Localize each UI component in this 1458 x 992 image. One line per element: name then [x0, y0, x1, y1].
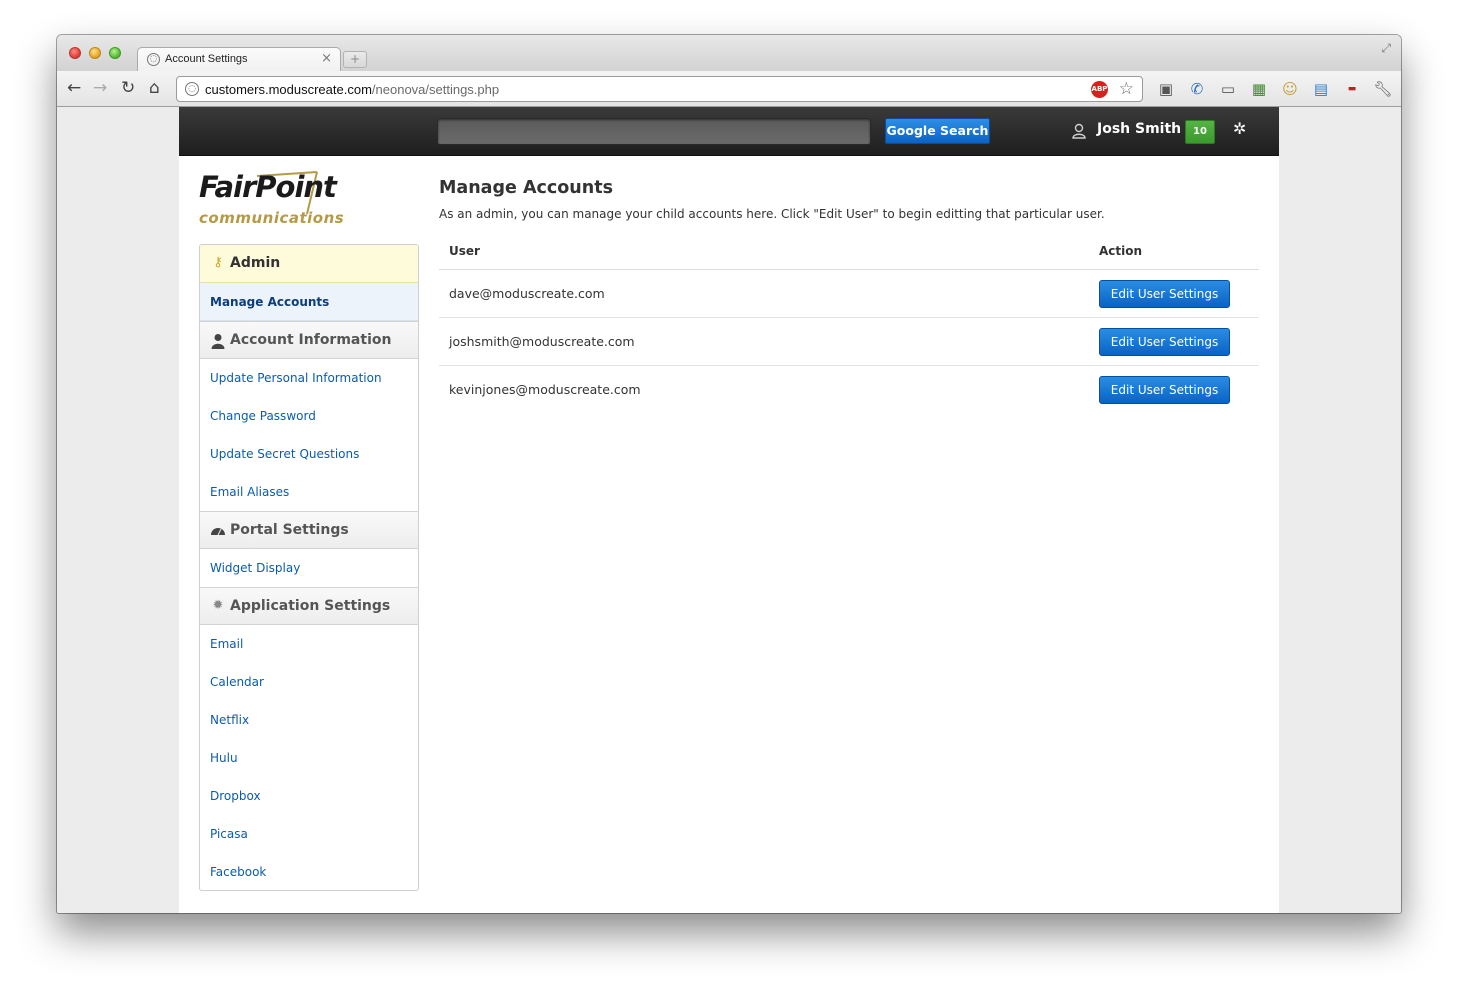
user-email: kevinjones@moduscreate.com	[449, 382, 641, 397]
reload-icon[interactable]: ↻	[121, 79, 135, 97]
sidebar-section-admin: ⚷ Admin	[200, 245, 418, 283]
user-icon	[1072, 123, 1086, 139]
forward-arrow-icon[interactable]: →	[93, 79, 107, 97]
sidebar-item-facebook[interactable]: Facebook	[200, 853, 418, 890]
fairpoint-logo[interactable]: FairPoint communications	[199, 170, 369, 232]
sidebar-item-picasa[interactable]: Picasa	[200, 815, 418, 853]
page-title: Manage Accounts	[439, 178, 613, 198]
wrench-icon[interactable]: 🔧︎	[1373, 79, 1393, 99]
person-icon	[209, 322, 227, 364]
table-row: kevinjones@moduscreate.com Edit User Set…	[439, 366, 1259, 414]
logo-subtitle: communications	[199, 209, 345, 227]
extension-window-icon[interactable]: ▤	[1311, 79, 1331, 99]
adblock-icon[interactable]: ABP	[1091, 81, 1108, 98]
browser-tab[interactable]: ◌ Account Settings ×	[137, 47, 341, 71]
sidebar-item-update-personal-information[interactable]: Update Personal Information	[200, 359, 418, 397]
browser-toolbar: ← → ↻ ⌂ ◌ customers.moduscreate.com/neon…	[57, 71, 1401, 107]
top-navbar: Google Search Josh Smith 10 ✲	[179, 107, 1279, 156]
fullscreen-icon[interactable]: ⤢	[1381, 41, 1391, 56]
table-row: dave@moduscreate.com Edit User Settings	[439, 270, 1259, 318]
zoom-window-button[interactable]	[109, 47, 121, 59]
sidebar-section-application-settings: ✹ Application Settings	[200, 587, 418, 625]
page-description: As an admin, you can manage your child a…	[439, 207, 1105, 221]
sidebar-item-netflix[interactable]: Netflix	[200, 701, 418, 739]
extension-lastpass-icon[interactable]: ▣	[1156, 79, 1176, 99]
google-search-button[interactable]: Google Search	[885, 118, 990, 144]
url-text: customers.moduscreate.com/neonova/settin…	[205, 82, 500, 97]
extension-evernote-icon[interactable]: ▦	[1249, 79, 1269, 99]
sidebar-item-widget-display[interactable]: Widget Display	[200, 549, 418, 587]
settings-sidebar: ⚷ Admin Manage Accounts Account Informat…	[199, 244, 419, 891]
tab-title: Account Settings	[165, 53, 248, 65]
edit-user-settings-button[interactable]: Edit User Settings	[1099, 376, 1230, 404]
user-email: joshsmith@moduscreate.com	[449, 334, 635, 349]
search-input[interactable]	[437, 118, 871, 145]
bookmark-star-icon[interactable]: ☆	[1119, 79, 1134, 99]
user-email: dave@moduscreate.com	[449, 286, 605, 301]
notification-badge[interactable]: 10	[1185, 120, 1215, 144]
sidebar-section-account-information: Account Information	[200, 321, 418, 359]
gear-icon[interactable]: ✲	[1233, 119, 1246, 138]
minimize-window-button[interactable]	[89, 47, 101, 59]
table-row: joshsmith@moduscreate.com Edit User Sett…	[439, 318, 1259, 366]
logo-wordmark: FairPoint	[199, 170, 337, 204]
close-window-button[interactable]	[69, 47, 81, 59]
page: Google Search Josh Smith 10 ✲ FairPoint …	[179, 107, 1279, 913]
sidebar-item-email[interactable]: Email	[200, 625, 418, 663]
extension-phone-icon[interactable]: ✆	[1187, 79, 1207, 99]
browser-window: ◌ Account Settings × + ⤢ ← → ↻ ⌂ ◌ custo…	[57, 35, 1401, 913]
address-bar[interactable]: ◌ customers.moduscreate.com/neonova/sett…	[176, 76, 1143, 102]
new-tab-button[interactable]: +	[343, 51, 367, 68]
title-bar: ◌ Account Settings × + ⤢	[57, 35, 1401, 71]
globe-icon: ◌	[147, 53, 160, 66]
sidebar-item-update-secret-questions[interactable]: Update Secret Questions	[200, 435, 418, 473]
sidebar-section-portal-settings: Portal Settings	[200, 511, 418, 549]
edit-user-settings-button[interactable]: Edit User Settings	[1099, 280, 1230, 308]
key-icon: ⚷	[213, 255, 223, 270]
page-viewport: Google Search Josh Smith 10 ✲ FairPoint …	[57, 107, 1401, 913]
extension-screenshot-icon[interactable]: ▭	[1218, 79, 1238, 99]
back-arrow-icon[interactable]: ←	[67, 79, 81, 97]
sidebar-item-hulu[interactable]: Hulu	[200, 739, 418, 777]
sidebar-item-calendar[interactable]: Calendar	[200, 663, 418, 701]
speedometer-icon	[209, 512, 227, 551]
tab-close-icon[interactable]: ×	[321, 51, 332, 66]
accounts-table: User Action dave@moduscreate.com Edit Us…	[439, 238, 1259, 414]
edit-user-settings-button[interactable]: Edit User Settings	[1099, 328, 1230, 356]
globe-icon: ◌	[185, 82, 199, 96]
sidebar-item-email-aliases[interactable]: Email Aliases	[200, 473, 418, 511]
sidebar-item-manage-accounts[interactable]: Manage Accounts	[200, 283, 418, 321]
column-header-action: Action	[1099, 244, 1143, 258]
extension-npr-icon[interactable]: ▬	[1342, 79, 1362, 99]
home-icon[interactable]: ⌂	[149, 79, 160, 97]
extension-face-icon[interactable]: ☺	[1280, 79, 1300, 99]
sidebar-item-change-password[interactable]: Change Password	[200, 397, 418, 435]
table-header: User Action	[439, 238, 1259, 270]
cog-icon: ✹	[212, 598, 224, 613]
sidebar-item-dropbox[interactable]: Dropbox	[200, 777, 418, 815]
user-name[interactable]: Josh Smith	[1097, 121, 1181, 137]
column-header-user: User	[449, 244, 480, 258]
